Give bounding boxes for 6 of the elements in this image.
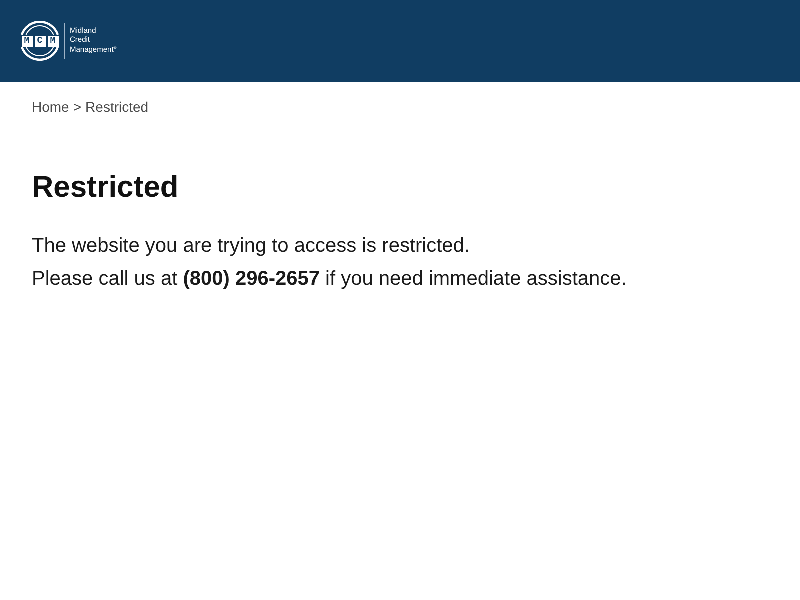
breadcrumb-link[interactable]: Home: [32, 97, 70, 117]
breadcrumb-separator: >: [73, 98, 82, 117]
message-text: Please call us at (800) 296-2657 if you need immediate assistance.: [32, 267, 628, 292]
page-heading: Restricted: [32, 170, 180, 206]
message-text: The website you are trying to access is restricted.: [32, 234, 471, 259]
breadcrumb-current: Restricted: [86, 98, 149, 117]
